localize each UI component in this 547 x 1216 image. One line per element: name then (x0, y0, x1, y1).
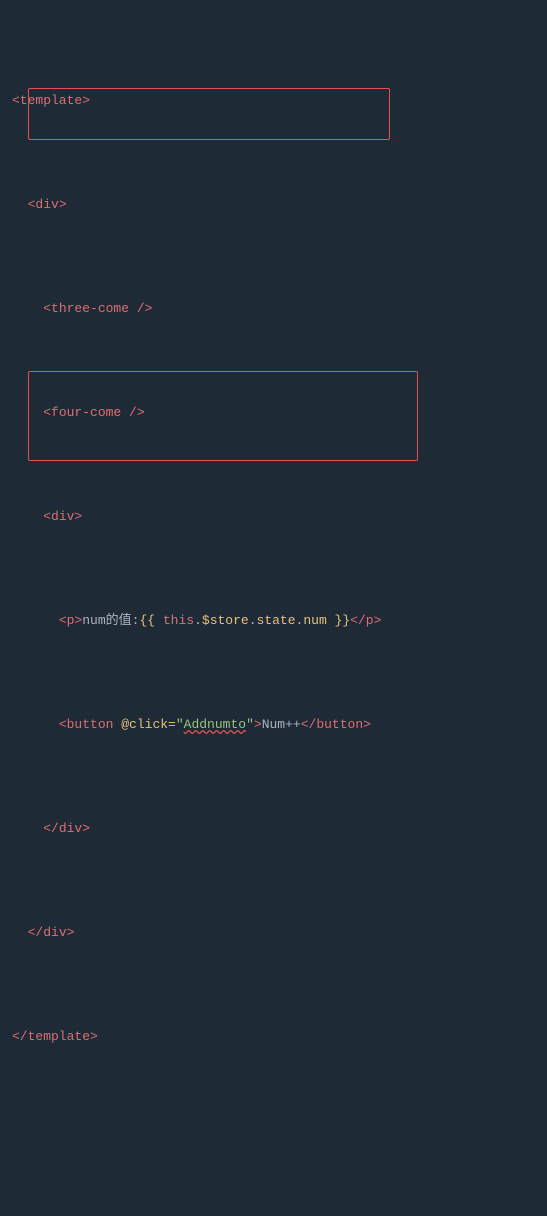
code-line-6: <p>num的值:{{ this.$store.state.num }}</p> (0, 611, 547, 632)
code-line-4: <four-come /> (0, 403, 547, 424)
code-line-3: <three-come /> (0, 299, 547, 320)
code-line-1: <template> (0, 91, 547, 112)
code-line-2: <div> (0, 195, 547, 216)
code-line-8: </div> (0, 819, 547, 840)
code-editor: <template> <div> <three-come /> <four-co… (0, 0, 547, 1216)
code-line-7: <button @click="Addnumto">Num++</button> (0, 715, 547, 736)
code-line-5: <div> (0, 507, 547, 528)
code-line-9: </div> (0, 923, 547, 944)
code-line-11 (0, 1131, 547, 1152)
code-line-10: </template> (0, 1027, 547, 1048)
